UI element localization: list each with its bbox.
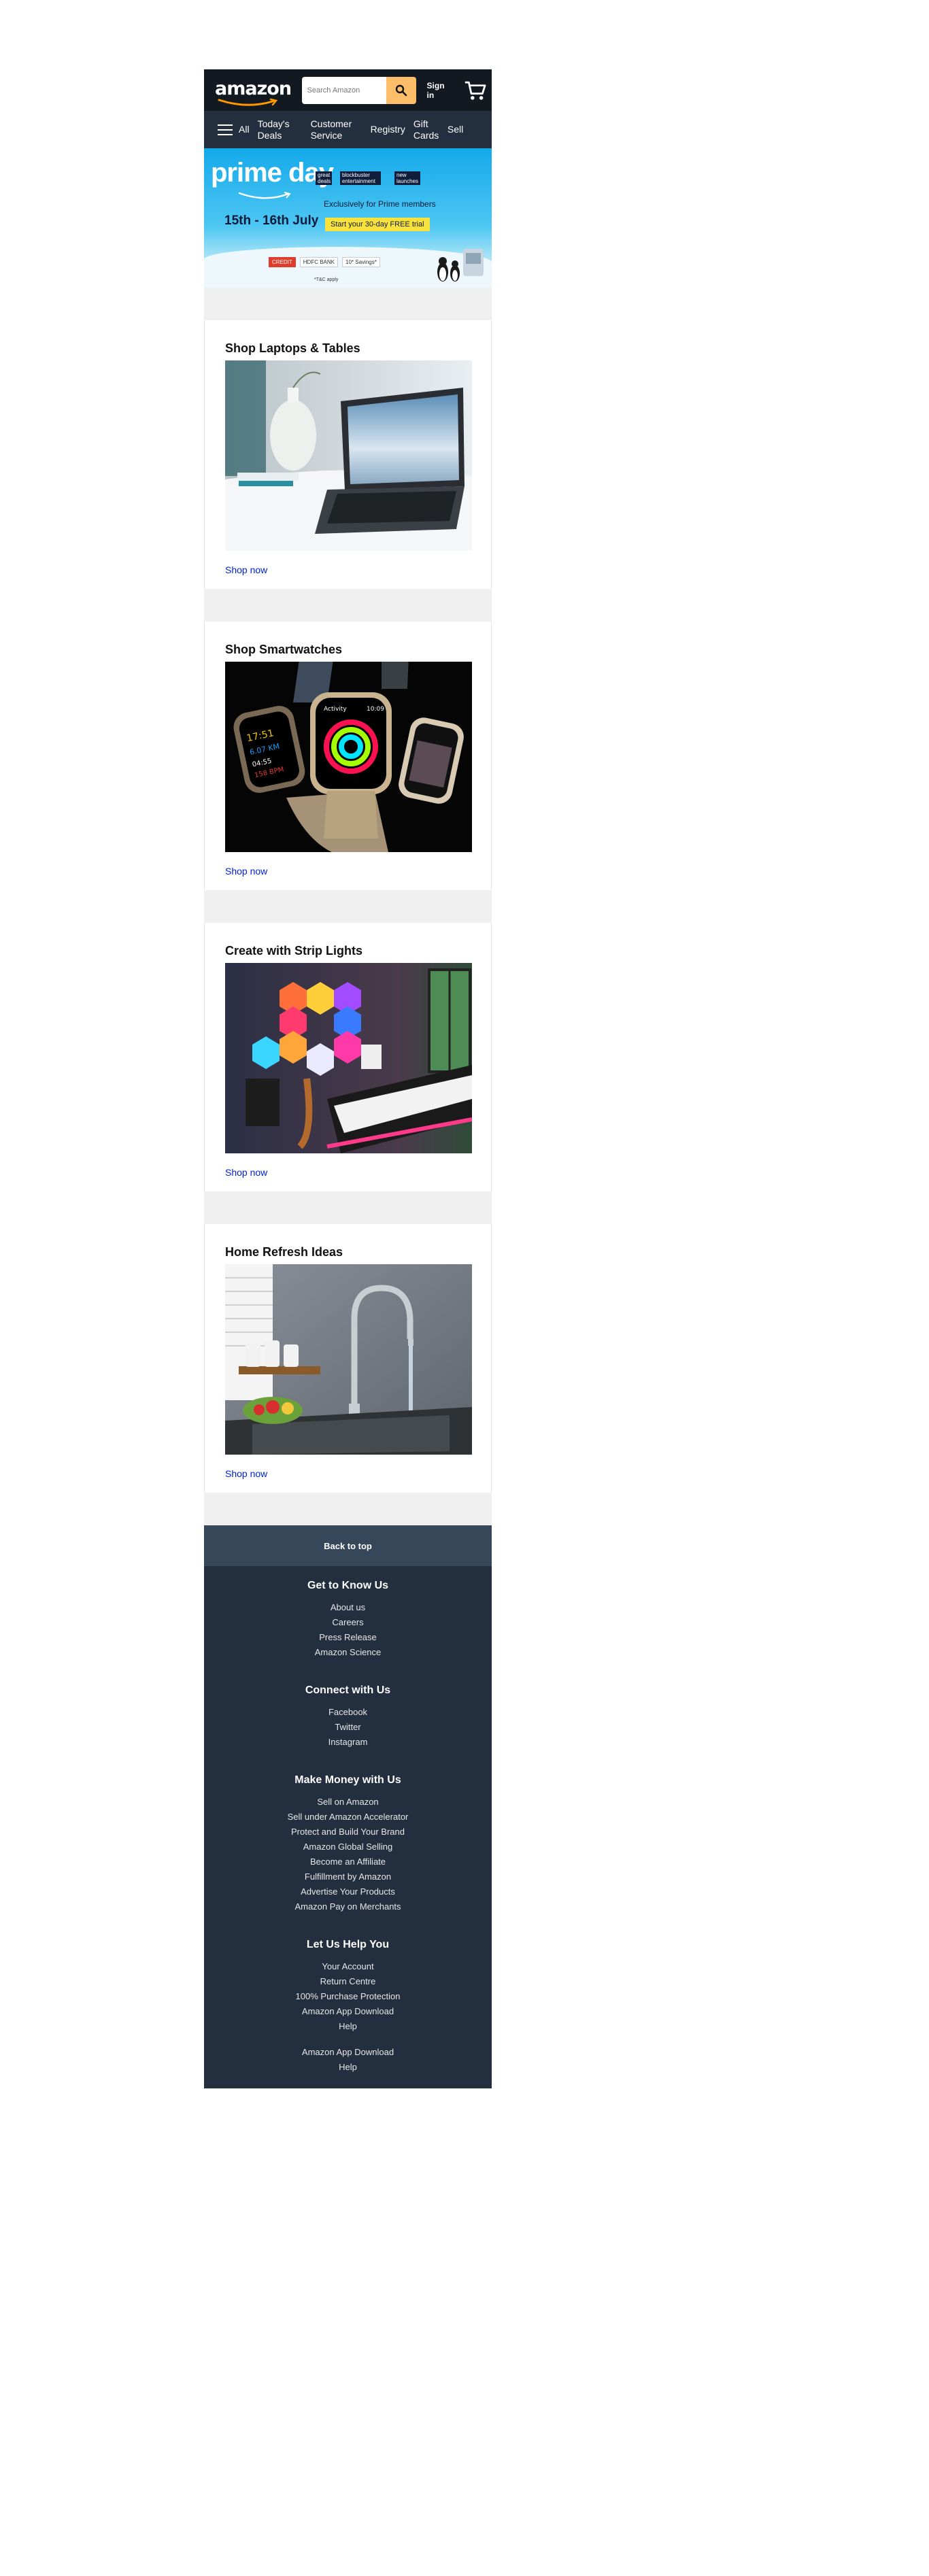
card-image-home-refresh[interactable]	[225, 1264, 472, 1455]
amazon-logo[interactable]: amazon	[212, 75, 292, 106]
footer-link[interactable]: Advertise Your Products	[204, 1884, 492, 1899]
nav-item-registry[interactable]: Registry	[371, 124, 405, 135]
footer-link[interactable]: Protect and Build Your Brand	[204, 1825, 492, 1840]
footer-link[interactable]: Help	[204, 2019, 492, 2034]
footer-link[interactable]: Become an Affiliate	[204, 1854, 492, 1869]
product-card: Shop Smartwatches 17:51 6.07 KM 04:55 15…	[204, 622, 492, 890]
laptop-image	[225, 360, 472, 551]
logo-text: amazon	[215, 78, 292, 99]
footer-column-connect-with-us: Connect with Us Facebook Twitter Instagr…	[204, 1684, 492, 1750]
product-card: Home Refresh Ideas Shop now	[204, 1224, 492, 1493]
footer-link[interactable]: Amazon Pay on Merchants	[204, 1899, 492, 1914]
footer-link[interactable]: Amazon App Download	[204, 2004, 492, 2019]
shop-now-link[interactable]: Shop now	[225, 1468, 267, 1479]
footer-link[interactable]: Press Release	[204, 1630, 492, 1645]
penguins-illustration	[437, 249, 484, 282]
search-input[interactable]	[301, 76, 386, 104]
prime-day-banner[interactable]: prime day 15th - 16th July great deals b…	[204, 148, 492, 288]
section-gap	[204, 890, 492, 923]
footer-column-get-to-know-us: Get to Know Us About us Careers Press Re…	[204, 1580, 492, 1660]
footer: Get to Know Us About us Careers Press Re…	[204, 1566, 492, 2088]
sign-in-link[interactable]: Sign in	[427, 81, 452, 100]
nav-item-customer-service[interactable]: Customer Service	[311, 118, 358, 141]
product-card: Create with Strip Lights Shop now	[204, 923, 492, 1191]
footer-heading: Connect with Us	[305, 1684, 391, 1696]
card-image-strip-lights[interactable]	[225, 963, 472, 1153]
footer-link[interactable]: Careers	[204, 1615, 492, 1630]
card-title: Home Refresh Ideas	[225, 1245, 343, 1259]
svg-text:Activity: Activity	[324, 706, 347, 713]
svg-text:10:09: 10:09	[367, 706, 384, 713]
hamburger-icon	[218, 124, 233, 135]
section-gap	[204, 288, 492, 320]
smartwatch-image: 17:51 6.07 KM 04:55 158 BPM Activity 10:…	[225, 662, 472, 852]
footer-link[interactable]: Your Account	[204, 1959, 492, 1974]
footer-link[interactable]: Help	[204, 2060, 492, 2075]
footer-extra-links: Amazon App Download Help	[204, 2045, 492, 2075]
kitchen-image	[225, 1264, 472, 1455]
amazon-mobile-page: amazon Sign in All T	[204, 69, 492, 2088]
footer-column-help: Let Us Help You Your Account Return Cent…	[204, 1939, 492, 2034]
product-card: Shop Laptops & Tables Shop now	[204, 320, 492, 589]
footer-link[interactable]: Amazon App Download	[204, 2045, 492, 2060]
banner-exclusive-text: Exclusively for Prime members	[324, 199, 436, 209]
banner-dates: 15th - 16th July	[224, 214, 319, 228]
footer-heading: Let Us Help You	[306, 1939, 390, 1950]
nav-bar: All Today's Deals Customer Service Regis…	[204, 111, 492, 148]
nav-item-sell[interactable]: Sell	[447, 124, 463, 135]
nav-item-gift-cards[interactable]: Gift Cards	[413, 118, 441, 141]
footer-link[interactable]: Amazon Global Selling	[204, 1840, 492, 1854]
footer-column-make-money: Make Money with Us Sell on Amazon Sell u…	[204, 1774, 492, 1914]
offer-badge: 10* Savings*	[342, 257, 380, 267]
footer-link[interactable]: 100% Purchase Protection	[204, 1989, 492, 2004]
card-image-laptop[interactable]	[225, 360, 472, 551]
footer-link[interactable]: Return Centre	[204, 1974, 492, 1989]
shop-now-link[interactable]: Shop now	[225, 866, 267, 877]
strip-lights-image	[225, 963, 472, 1153]
footer-link[interactable]: Amazon Science	[204, 1645, 492, 1660]
footer-link[interactable]: Facebook	[204, 1705, 492, 1720]
footer-link[interactable]: Instagram	[204, 1735, 492, 1750]
section-gap	[204, 589, 492, 622]
banner-trial-button[interactable]: Start your 30-day FREE trial	[325, 218, 430, 231]
offer-badge: HDFC BANK	[299, 257, 339, 267]
banner-title: prime day	[211, 158, 334, 188]
back-to-top-button[interactable]: Back to top	[204, 1525, 492, 1566]
section-gap	[204, 1191, 492, 1224]
footer-heading: Make Money with Us	[294, 1774, 401, 1786]
section-gap	[204, 1493, 492, 1525]
footer-link[interactable]: Sell on Amazon	[204, 1795, 492, 1810]
banner-tag-entertainment: blockbuster entertainment	[340, 171, 381, 185]
shop-now-link[interactable]: Shop now	[225, 564, 267, 575]
nav-item-todays-deals[interactable]: Today's Deals	[258, 118, 299, 141]
search-icon	[395, 84, 407, 96]
top-header: amazon Sign in	[204, 69, 492, 111]
offer-note: *T&C apply	[314, 277, 339, 282]
card-title: Shop Smartwatches	[225, 643, 343, 656]
logo-smile-icon	[218, 98, 278, 106]
search-bar	[301, 76, 416, 104]
footer-link[interactable]: Sell under Amazon Accelerator	[204, 1810, 492, 1825]
footer-heading: Get to Know Us	[307, 1580, 389, 1591]
banner-offers: CREDIT HDFC BANK 10* Savings*	[269, 257, 380, 267]
offer-badge: CREDIT	[269, 257, 296, 267]
card-image-smartwatches[interactable]: 17:51 6.07 KM 04:55 158 BPM Activity 10:…	[225, 662, 472, 852]
cart-icon[interactable]	[464, 79, 486, 102]
banner-tag-launches: new launches	[394, 171, 420, 185]
nav-all-menu[interactable]: All	[209, 124, 258, 135]
footer-link[interactable]: Twitter	[204, 1720, 492, 1735]
banner-tag-deals: great deals	[316, 171, 332, 185]
card-title: Shop Laptops & Tables	[225, 341, 360, 355]
nav-item-all: All	[239, 124, 250, 135]
footer-link[interactable]: About us	[204, 1600, 492, 1615]
prime-smile-icon	[238, 192, 291, 199]
card-title: Create with Strip Lights	[225, 944, 363, 957]
shop-now-link[interactable]: Shop now	[225, 1167, 267, 1178]
search-button[interactable]	[386, 76, 416, 104]
footer-link[interactable]: Fulfillment by Amazon	[204, 1869, 492, 1884]
